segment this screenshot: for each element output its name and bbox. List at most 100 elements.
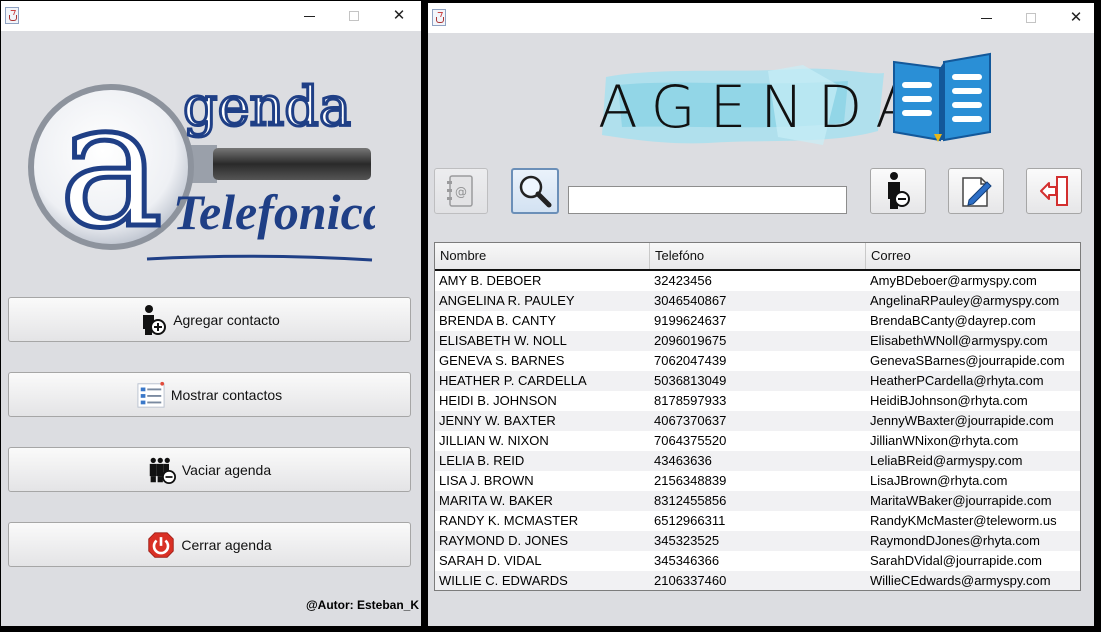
title-bar: ✕: [428, 3, 1094, 33]
table-row[interactable]: GENEVA S. BARNES 7062047439 GenevaSBarnes@…: [435, 351, 1080, 371]
table-row[interactable]: RAYMOND D. JONES 345323525 RaymondDJones@r…: [435, 531, 1080, 551]
cell-name: MARITA W. BAKER: [439, 493, 553, 508]
contacts-book-button: @: [434, 168, 488, 214]
cell-name: WILLIE C. EDWARDS: [439, 573, 568, 588]
column-header-email[interactable]: Correo: [866, 243, 1080, 269]
table-row[interactable]: RANDY K. MCMASTER 6512966311 RandyKMcMaste…: [435, 511, 1080, 531]
svg-text:@: @: [455, 185, 467, 199]
search-icon: [519, 175, 552, 208]
table-row[interactable]: HEIDI B. JOHNSON 8178597933 HeidiBJohnson@…: [435, 391, 1080, 411]
cell-name: BRENDA B. CANTY: [439, 313, 557, 328]
cell-email: RaymondDJones@rhyta.com: [870, 533, 1040, 548]
cell-name: JILLIAN W. NIXON: [439, 433, 549, 448]
minimize-button[interactable]: [964, 3, 1008, 33]
clear-agenda-button[interactable]: Vaciar agenda: [8, 447, 411, 492]
close-button[interactable]: ✕: [1054, 3, 1098, 33]
agenda-menu-window: ✕ a genda Telefonica Agregar contacto Mo…: [1, 1, 421, 626]
cell-name: JENNY W. BAXTER: [439, 413, 556, 428]
agenda-banner: AGENDA: [598, 65, 929, 149]
close-agenda-label: Cerrar agenda: [181, 536, 272, 553]
cell-name: ANGELINA R. PAULEY: [439, 293, 575, 308]
maximize-button: [1009, 3, 1053, 33]
cell-email: JillianWNixon@rhyta.com: [870, 433, 1019, 448]
table-row[interactable]: JILLIAN W. NIXON 7064375520 JillianWNixon@…: [435, 431, 1080, 451]
table-body: AMY B. DEBOER 32423456 AmyBDeboer@armyspy.…: [435, 271, 1080, 590]
table-header: Nombre Telefóno Correo: [435, 243, 1080, 271]
list-icon: [137, 381, 165, 408]
cell-email: JennyWBaxter@jourrapide.com: [870, 413, 1054, 428]
table-row[interactable]: JENNY W. BAXTER 4067370637 JennyWBaxter@jo…: [435, 411, 1080, 431]
clear-agenda-label: Vaciar agenda: [181, 461, 272, 478]
table-row[interactable]: WILLIE C. EDWARDS 2106337460 WillieCEdward…: [435, 571, 1080, 590]
show-contacts-label: Mostrar contactos: [170, 386, 283, 403]
cell-name: GENEVA S. BARNES: [439, 353, 565, 368]
cell-name: RANDY K. MCMASTER: [439, 513, 579, 528]
minimize-button[interactable]: [287, 1, 331, 31]
cell-email: AmyBDeboer@armyspy.com: [870, 273, 1037, 288]
author-label: @Autor: Esteban_K: [305, 598, 419, 612]
cell-email: MaritaWBaker@jourrapide.com: [870, 493, 1052, 508]
contacts-table: Nombre Telefóno Correo AMY B. DEBOER 3242…: [434, 242, 1081, 591]
cell-email: HeidiBJohnson@rhyta.com: [870, 393, 1028, 408]
table-row[interactable]: LISA J. BROWN 2156348839 LisaJBrown@rhyta.…: [435, 471, 1080, 491]
java-icon: [5, 7, 19, 24]
cell-phone: 32423456: [654, 273, 712, 288]
cell-phone: 2156348839: [654, 473, 727, 488]
add-contact-button[interactable]: Agregar contacto: [8, 297, 411, 342]
power-icon: [148, 531, 175, 558]
edit-contact-button[interactable]: [948, 168, 1004, 214]
cell-email: LisaJBrown@rhyta.com: [870, 473, 1008, 488]
cell-phone: 345323525: [654, 533, 720, 548]
table-row[interactable]: SARAH D. VIDAL 345346366 SarahDVidal@jourr…: [435, 551, 1080, 571]
title-bar: ✕: [1, 1, 421, 31]
cell-email: AngelinaRPauley@armyspy.com: [870, 293, 1060, 308]
cell-phone: 43463636: [654, 453, 712, 468]
cell-phone: 9199624637: [654, 313, 727, 328]
agenda-contacts-window: ✕ AGENDA @ Nombre Telefóno Correo AMY B.…: [428, 3, 1094, 626]
cell-email: ElisabethWNoll@armyspy.com: [870, 333, 1048, 348]
cell-email: RandyKMcMaster@teleworm.us: [870, 513, 1057, 528]
book-icon: [893, 52, 991, 142]
maximize-button: [332, 1, 376, 31]
table-row[interactable]: HEATHER P. CARDELLA 5036813049 HeatherPCar…: [435, 371, 1080, 391]
cell-phone: 2096019675: [654, 333, 727, 348]
logo-letter: a: [59, 64, 163, 267]
close-button[interactable]: ✕: [377, 1, 421, 31]
search-button[interactable]: [511, 168, 559, 214]
table-row[interactable]: ANGELINA R. PAULEY 3046540867 AngelinaRPau…: [435, 291, 1080, 311]
exit-button[interactable]: [1026, 168, 1082, 214]
table-row[interactable]: LELIA B. REID 43463636 LeliaBReid@armyspy.…: [435, 451, 1080, 471]
cell-email: BrendaBCanty@dayrep.com: [870, 313, 1036, 328]
cell-name: ELISABETH W. NOLL: [439, 333, 567, 348]
cell-phone: 5036813049: [654, 373, 727, 388]
java-icon: [432, 9, 446, 26]
contacts-book-icon: @: [447, 175, 473, 207]
table-row[interactable]: BRENDA B. CANTY 9199624637 BrendaBCanty@da…: [435, 311, 1080, 331]
delete-contact-button[interactable]: [870, 168, 926, 214]
cell-name: RAYMOND D. JONES: [439, 533, 569, 548]
add-user-icon: [143, 304, 167, 335]
cell-phone: 3046540867: [654, 293, 727, 308]
cell-name: SARAH D. VIDAL: [439, 553, 542, 568]
table-row[interactable]: AMY B. DEBOER 32423456 AmyBDeboer@armyspy.…: [435, 271, 1080, 291]
cell-phone: 2106337460: [654, 573, 727, 588]
table-row[interactable]: ELISABETH W. NOLL 2096019675 ElisabethWNol…: [435, 331, 1080, 351]
show-contacts-button[interactable]: Mostrar contactos: [8, 372, 411, 417]
column-header-name[interactable]: Nombre: [435, 243, 650, 269]
table-row[interactable]: MARITA W. BAKER 8312455856 MaritaWBaker@jo…: [435, 491, 1080, 511]
column-header-phone[interactable]: Telefóno: [650, 243, 866, 269]
close-agenda-button[interactable]: Cerrar agenda: [8, 522, 411, 567]
cell-email: GenevaSBarnes@jourrapide.com: [870, 353, 1065, 368]
agenda-telefonica-logo: a genda Telefonica: [28, 63, 375, 268]
remove-user-icon: [888, 172, 910, 209]
agenda-title: AGENDA: [598, 73, 929, 141]
search-input[interactable]: [568, 186, 847, 214]
cell-name: AMY B. DEBOER: [439, 273, 542, 288]
edit-icon: [962, 177, 992, 207]
cell-phone: 4067370637: [654, 413, 727, 428]
exit-icon: [1040, 176, 1068, 206]
cell-name: HEATHER P. CARDELLA: [439, 373, 587, 388]
logo-word-genda: genda: [183, 75, 351, 138]
cell-phone: 7064375520: [654, 433, 727, 448]
cell-name: HEIDI B. JOHNSON: [439, 393, 557, 408]
